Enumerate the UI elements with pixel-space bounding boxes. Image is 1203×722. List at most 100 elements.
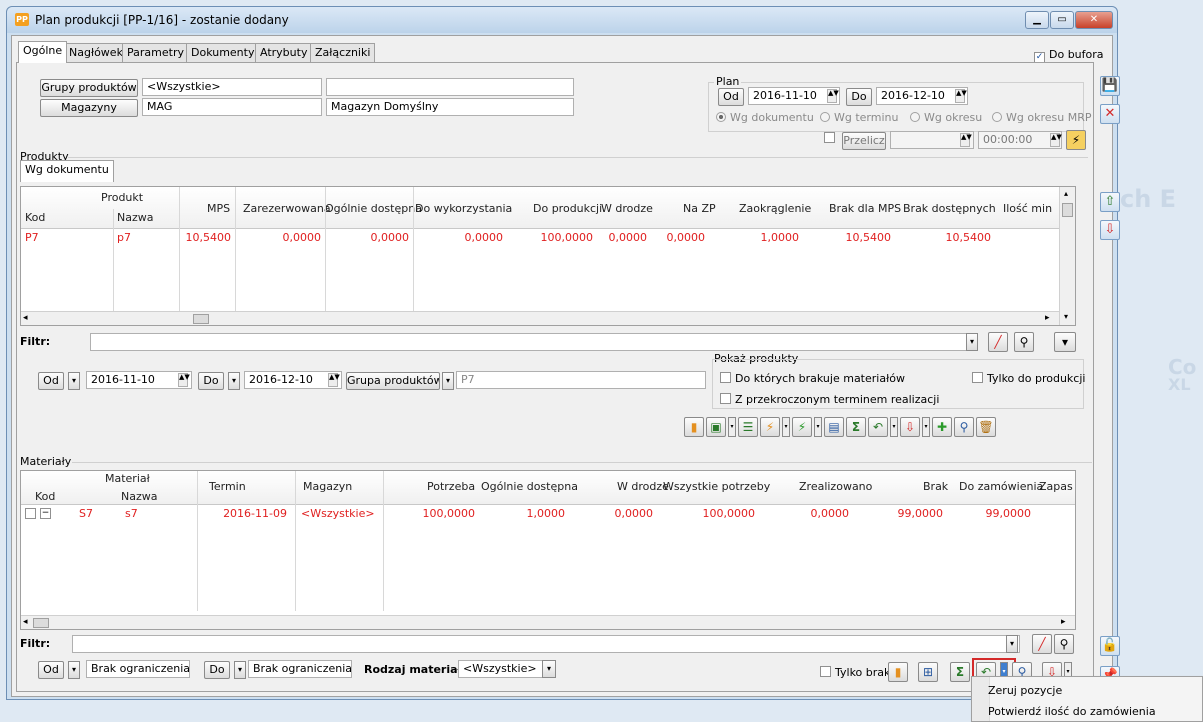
maximize-button[interactable]: ▭ — [1050, 11, 1074, 29]
scroll-up-arrow[interactable]: ▴ — [1064, 189, 1068, 198]
materialy-od-dropdown[interactable]: ▾ — [68, 661, 80, 679]
col-do-produkcji[interactable]: Do produkcji — [533, 202, 602, 215]
row-checkbox[interactable] — [25, 508, 36, 519]
filter-save-icon[interactable]: ▾ — [1054, 332, 1076, 352]
expand-icon[interactable]: − — [40, 508, 51, 519]
col-do-wykorzystania[interactable]: Do wykorzystania — [415, 202, 512, 215]
col-ogolnie-dostepna[interactable]: Ogólnie dostępna — [325, 202, 422, 215]
produkty-od-spinner[interactable]: ▲▼ — [178, 373, 190, 387]
add-icon[interactable]: ✚ — [932, 417, 952, 437]
filter-dropdown-icon[interactable]: ▾ — [966, 333, 978, 351]
subtab-wg-dokumentu[interactable]: Wg dokumentu — [20, 160, 114, 182]
move-up-icon[interactable]: ⇧ — [1100, 192, 1120, 212]
col-wszystkie-potrzeby[interactable]: Wszystkie potrzeby — [663, 480, 770, 493]
lightning-icon[interactable]: ⚡ — [760, 417, 780, 437]
materialy-do-button[interactable]: Do — [204, 661, 230, 679]
col-magazyn[interactable]: Magazyn — [303, 480, 352, 493]
scroll-right-arrow[interactable]: ▸ — [1045, 313, 1050, 323]
close-button[interactable]: ✕ — [1075, 11, 1113, 29]
sum-icon[interactable]: Σ — [846, 417, 866, 437]
filter-dropdown-icon[interactable]: ▾ — [1006, 635, 1018, 653]
horizontal-scrollbar[interactable]: ◂ ▸ — [21, 615, 1075, 629]
col-w-drodze[interactable]: W drodze — [617, 480, 669, 493]
plan-do-button[interactable]: Do — [846, 88, 872, 106]
save-icon[interactable]: 💾 — [1100, 76, 1120, 96]
chart-icon[interactable]: ▮ — [684, 417, 704, 437]
cancel-icon[interactable]: ✕ — [1100, 104, 1120, 124]
col-nazwa[interactable]: Nazwa — [121, 490, 157, 503]
grupa-dropdown[interactable]: ▾ — [442, 372, 454, 390]
col-kod[interactable]: Kod — [35, 490, 55, 503]
radio-wg-okresu-mrp[interactable]: Wg okresu MRP — [992, 111, 1091, 124]
filter-builder-icon[interactable]: ⚲ — [1014, 332, 1034, 352]
menu-item-potwierdz-ilosc[interactable]: Potwierdź ilość do zamówienia — [988, 705, 1156, 718]
scroll-thumb[interactable] — [1062, 203, 1073, 217]
scroll-thumb[interactable] — [193, 314, 209, 324]
lock-icon[interactable]: 🔓 — [1100, 636, 1120, 656]
materialy-od-button[interactable]: Od — [38, 661, 64, 679]
col-brak-dla-mps[interactable]: Brak dla MPS — [829, 202, 901, 215]
produkty-filter-input[interactable] — [90, 333, 978, 351]
grupy-value-field[interactable]: <Wszystkie> — [142, 78, 322, 96]
plan-od-spinner[interactable]: ▲▼ — [827, 89, 839, 103]
col-na-zp[interactable]: Na ZP — [683, 202, 716, 215]
structure-icon[interactable]: ⊞ — [918, 662, 938, 682]
produkty-do-dropdown[interactable]: ▾ — [228, 372, 240, 390]
lightning-green-icon[interactable]: ⚡ — [792, 417, 812, 437]
export-dropdown-icon[interactable]: ▾ — [922, 417, 930, 437]
list-icon[interactable]: ☰ — [738, 417, 758, 437]
scroll-right-arrow[interactable]: ▸ — [1061, 617, 1066, 627]
undo-icon[interactable]: ↶ — [868, 417, 888, 437]
pokaz-brakuje-checkbox[interactable]: Do których brakuje materiałów — [720, 372, 905, 385]
materialy-do-field[interactable]: Brak ograniczenia — [248, 660, 352, 678]
time-spinner[interactable]: ▲▼ — [1050, 133, 1062, 147]
grupa-produktow-button[interactable]: Grupa produktów — [346, 372, 440, 390]
col-do-zamowienia[interactable]: Do zamówienia — [959, 480, 1043, 493]
magazyny-value-field[interactable]: MAG — [142, 98, 322, 116]
tylko-braki-checkbox[interactable]: Tylko braki — [820, 666, 893, 679]
magazyny-button[interactable]: Magazyny — [40, 99, 138, 117]
plan-od-button[interactable]: Od — [718, 88, 744, 106]
col-w-drodze[interactable]: W drodze — [601, 202, 653, 215]
tab-ogolne[interactable]: Ogólne — [18, 41, 68, 63]
document-icon[interactable]: ▤ — [824, 417, 844, 437]
col-nazwa[interactable]: Nazwa — [117, 211, 153, 224]
tab-atrybuty[interactable]: Atrybuty — [255, 43, 313, 62]
lightning-dropdown-icon[interactable]: ▾ — [782, 417, 790, 437]
clear-filter-icon[interactable]: ╱ — [1032, 634, 1052, 654]
undo-dropdown-icon[interactable]: ▾ — [890, 417, 898, 437]
do-bufora-checkbox[interactable]: ✓ Do bufora — [1034, 48, 1104, 63]
chart-icon[interactable]: ▮ — [888, 662, 908, 682]
table-row[interactable]: − S7 s7 2016-11-09 <Wszystkie> 100,0000 … — [21, 505, 1061, 523]
filter-builder-icon[interactable]: ⚲ — [1054, 634, 1074, 654]
tab-parametry[interactable]: Parametry — [122, 43, 189, 62]
vertical-scrollbar[interactable]: ▴ ▾ — [1059, 187, 1075, 325]
clear-filter-icon[interactable]: ╱ — [988, 332, 1008, 352]
col-mps[interactable]: MPS — [207, 202, 230, 215]
sum-icon[interactable]: Σ — [950, 662, 970, 682]
col-kod[interactable]: Kod — [25, 211, 45, 224]
col-zrealizowano[interactable]: Zrealizowano — [799, 480, 872, 493]
radio-wg-terminu[interactable]: Wg terminu — [820, 111, 898, 124]
generate-dropdown-icon[interactable]: ▾ — [728, 417, 736, 437]
col-termin[interactable]: Termin — [209, 480, 246, 493]
grupa-value-field[interactable]: P7 — [456, 371, 706, 389]
generate-icon[interactable]: ▣ — [706, 417, 726, 437]
horizontal-scrollbar[interactable]: ◂ ▸ — [21, 311, 1059, 325]
materialy-od-field[interactable]: Brak ograniczenia — [86, 660, 190, 678]
col-ogolnie-dostepna[interactable]: Ogólnie dostępna — [481, 480, 578, 493]
tab-naglowek[interactable]: Nagłówek — [64, 43, 128, 62]
col-zapas[interactable]: Zapas — [1039, 480, 1075, 493]
scroll-left-arrow[interactable]: ◂ — [23, 617, 28, 627]
produkty-do-button[interactable]: Do — [198, 372, 224, 390]
search-icon[interactable]: ⚲ — [954, 417, 974, 437]
rodzaj-dropdown-icon[interactable]: ▾ — [542, 660, 556, 678]
produkty-od-field[interactable]: 2016-11-10 — [86, 371, 192, 389]
col-zaokraglenie[interactable]: Zaokrąglenie — [739, 202, 811, 215]
scroll-thumb[interactable] — [33, 618, 49, 628]
plan-do-spinner[interactable]: ▲▼ — [955, 89, 967, 103]
menu-item-zeruj-pozycje[interactable]: Zeruj pozycje — [988, 684, 1062, 697]
lightning-green-dropdown-icon[interactable]: ▾ — [814, 417, 822, 437]
export-icon[interactable]: ⇩ — [900, 417, 920, 437]
materialy-do-dropdown[interactable]: ▾ — [234, 661, 246, 679]
